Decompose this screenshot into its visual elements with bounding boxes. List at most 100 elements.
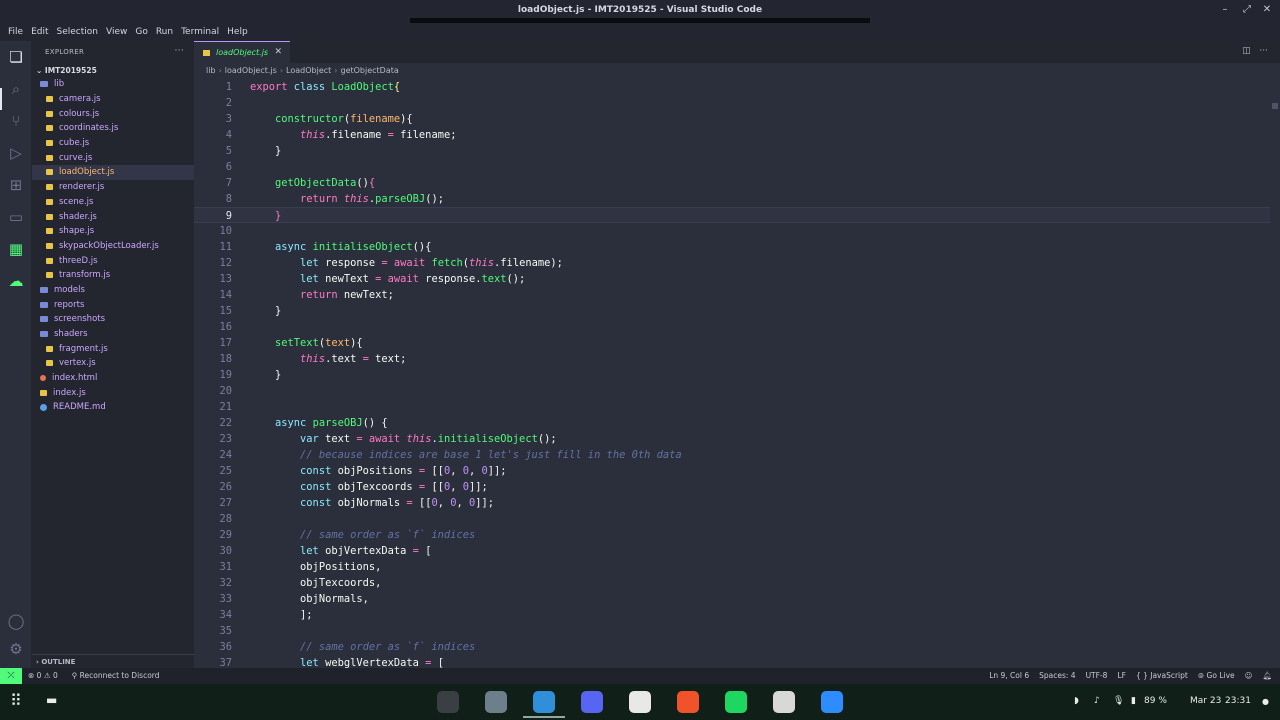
workspace-icon[interactable]: ▬ <box>46 693 57 707</box>
code-line[interactable]: 35 <box>194 623 1270 639</box>
code-line[interactable]: 21 <box>194 399 1270 415</box>
remote-indicator-icon[interactable]: ⤫ <box>0 668 22 684</box>
code-line[interactable]: 5 } <box>194 143 1270 159</box>
tree-item[interactable]: cube.js <box>32 136 194 151</box>
code-line[interactable]: 34 ]; <box>194 607 1270 623</box>
code-line[interactable]: 11 async initialiseObject(){ <box>194 239 1270 255</box>
code-line[interactable]: 29 // same order as `f` indices <box>194 527 1270 543</box>
breadcrumb-item[interactable]: LoadObject <box>286 66 331 79</box>
restore-icon[interactable]: ⤢ <box>1239 4 1255 15</box>
split-editor-icon[interactable]: ◫ <box>1242 46 1251 56</box>
date[interactable]: Mar 23 <box>1190 696 1221 706</box>
cursor-position[interactable]: Ln 9, Col 6 <box>989 671 1029 680</box>
encoding[interactable]: UTF-8 <box>1086 671 1108 680</box>
menu-help[interactable]: Help <box>223 24 252 41</box>
code-line[interactable]: 20 <box>194 383 1270 399</box>
tree-item[interactable]: reports <box>32 297 194 312</box>
tree-item[interactable]: loadObject.js <box>32 165 194 180</box>
breadcrumb-item[interactable]: getObjectData <box>340 66 398 79</box>
docker-icon[interactable]: ☁ <box>6 271 26 291</box>
code-line[interactable]: 36 // same order as `f` indices <box>194 639 1270 655</box>
code-line[interactable]: 18 this.text = text; <box>194 351 1270 367</box>
spotify-icon[interactable] <box>725 691 747 713</box>
menu-edit[interactable]: Edit <box>27 24 52 41</box>
code-line[interactable]: 4 this.filename = filename; <box>194 127 1270 143</box>
brave-icon[interactable] <box>677 691 699 713</box>
run-debug-icon[interactable]: ▷ <box>6 143 26 163</box>
tree-item[interactable]: transform.js <box>32 268 194 283</box>
code-line[interactable]: 9 } <box>194 207 1270 223</box>
code-line[interactable]: 16 <box>194 319 1270 335</box>
code-line[interactable]: 17 setText(text){ <box>194 335 1270 351</box>
settings-gear-icon[interactable]: ⚙ <box>6 639 26 659</box>
language-mode[interactable]: { } JavaScript <box>1136 671 1188 680</box>
battery-icon[interactable]: ▮ <box>1131 696 1136 706</box>
discord-status[interactable]: ⚲ Reconnect to Discord <box>72 671 160 680</box>
tree-item[interactable]: fragment.js <box>32 341 194 356</box>
document-viewer-icon[interactable] <box>773 691 795 713</box>
code-line[interactable]: 33 objNormals, <box>194 591 1270 607</box>
menu-run[interactable]: Run <box>152 24 177 41</box>
code-line[interactable]: 2 <box>194 95 1270 111</box>
code-line[interactable]: 7 getObjectData(){ <box>194 175 1270 191</box>
outline-section[interactable]: › OUTLINE <box>32 654 194 668</box>
code-line[interactable]: 12 let response = await fetch(this.filen… <box>194 255 1270 271</box>
wifi-icon[interactable]: ◗ <box>1074 696 1079 706</box>
problems-indicator[interactable]: ⊗ 0 ⚠ 0 <box>28 671 58 680</box>
tree-item[interactable]: shape.js <box>32 224 194 239</box>
files-icon[interactable] <box>485 691 507 713</box>
code-line[interactable]: 37 let webglVertexData = [ <box>194 655 1270 668</box>
volume-icon[interactable]: ♪ <box>1094 696 1100 706</box>
search-icon[interactable]: ⌕ <box>6 79 26 99</box>
tree-item[interactable]: README.md <box>32 400 194 415</box>
code-line[interactable]: 27 const objNormals = [[0, 0, 0]]; <box>194 495 1270 511</box>
code-line[interactable]: 26 const objTexcoords = [[0, 0]]; <box>194 479 1270 495</box>
source-control-icon[interactable]: ⑂ <box>6 111 26 131</box>
close-tab-icon[interactable]: ✕ <box>274 47 282 57</box>
code-line[interactable]: 1 export class LoadObject{ <box>194 79 1270 95</box>
clock[interactable]: 23:31 <box>1225 696 1251 706</box>
remote-explorer-icon[interactable]: ▭ <box>6 207 26 227</box>
app-grid-icon[interactable]: ⠿ <box>10 691 22 710</box>
tree-item[interactable]: models <box>32 283 194 298</box>
code-line[interactable]: 10 <box>194 223 1270 239</box>
slack-icon[interactable] <box>629 691 651 713</box>
line-ending[interactable]: LF <box>1117 671 1126 680</box>
menu-terminal[interactable]: Terminal <box>177 24 223 41</box>
tree-item[interactable]: renderer.js <box>32 180 194 195</box>
explorer-icon[interactable]: ❏ <box>6 47 26 67</box>
breadcrumb-item[interactable]: lib <box>206 66 216 79</box>
code-line[interactable]: 8 return this.parseOBJ(); <box>194 191 1270 207</box>
tree-item[interactable]: coordinates.js <box>32 121 194 136</box>
tree-item[interactable]: index.js <box>32 385 194 400</box>
menu-file[interactable]: File <box>4 24 27 41</box>
code-line[interactable]: 24 // because indices are base 1 let's j… <box>194 447 1270 463</box>
tree-item[interactable]: colours.js <box>32 106 194 121</box>
tree-item[interactable]: index.html <box>32 371 194 386</box>
code-line[interactable]: 15 } <box>194 303 1270 319</box>
feedback-icon[interactable]: ☺ <box>1245 671 1253 680</box>
code-line[interactable]: 32 objTexcoords, <box>194 575 1270 591</box>
code-line[interactable]: 30 let objVertexData = [ <box>194 543 1270 559</box>
code-line[interactable]: 31 objPositions, <box>194 559 1270 575</box>
vscode-icon[interactable] <box>533 691 555 713</box>
code-line[interactable]: 13 let newText = await response.text(); <box>194 271 1270 287</box>
more-actions-icon[interactable]: ··· <box>1259 46 1268 56</box>
extensions-icon[interactable]: ⊞ <box>6 175 26 195</box>
menu-go[interactable]: Go <box>131 24 151 41</box>
menu-view[interactable]: View <box>102 24 131 41</box>
tree-item[interactable]: curve.js <box>32 150 194 165</box>
code-line[interactable]: 14 return newText; <box>194 287 1270 303</box>
code-editor[interactable]: 1 export class LoadObject{2 3 constructor(… <box>194 79 1270 668</box>
more-actions-icon[interactable]: ··· <box>175 46 184 56</box>
close-window-icon[interactable]: ✕ <box>1259 4 1275 15</box>
code-line[interactable]: 6 <box>194 159 1270 175</box>
account-icon[interactable]: ◯ <box>6 611 26 631</box>
tree-item[interactable]: threeD.js <box>32 253 194 268</box>
microphone-icon[interactable]: 🎙︎ <box>1113 696 1124 706</box>
power-icon[interactable]: ● <box>1262 697 1269 706</box>
tree-item[interactable]: skypackObjectLoader.js <box>32 239 194 254</box>
code-line[interactable]: 19 } <box>194 367 1270 383</box>
discord-icon[interactable] <box>581 691 603 713</box>
code-line[interactable]: 25 const objPositions = [[0, 0, 0]]; <box>194 463 1270 479</box>
